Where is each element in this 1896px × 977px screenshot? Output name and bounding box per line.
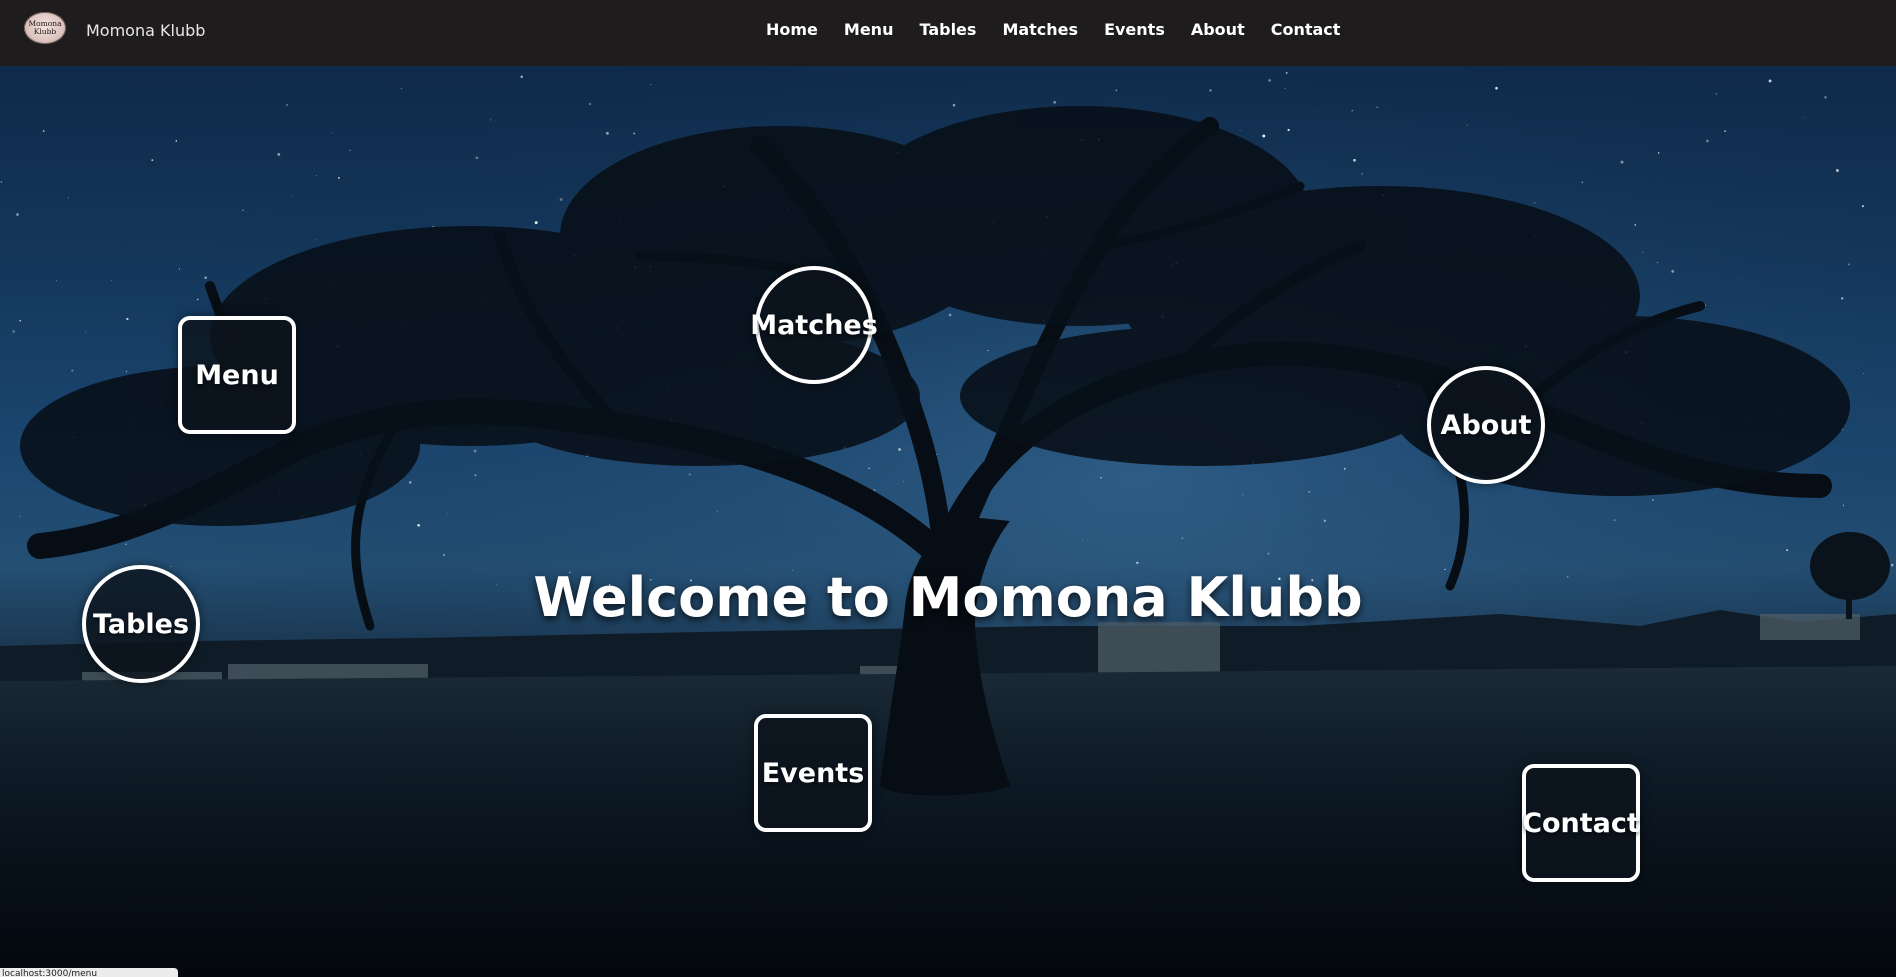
nav-link-events[interactable]: Events xyxy=(1104,20,1165,39)
status-bar-url: localhost:3000/menu xyxy=(0,968,178,977)
node-matches-label: Matches xyxy=(750,309,878,341)
node-contact-label: Contact xyxy=(1522,807,1640,839)
logo-text-line2: Klubb xyxy=(33,27,57,36)
node-contact[interactable]: Contact xyxy=(1522,764,1640,882)
node-menu[interactable]: Menu xyxy=(178,316,296,434)
nav-link-contact[interactable]: Contact xyxy=(1271,20,1341,39)
brand-name[interactable]: Momona Klubb xyxy=(86,21,205,40)
node-matches[interactable]: Matches xyxy=(750,266,878,384)
node-about-label: About xyxy=(1440,409,1532,441)
nav-link-home[interactable]: Home xyxy=(766,20,818,39)
hero-title: Welcome to Momona Klubb xyxy=(533,566,1363,629)
node-about[interactable]: About xyxy=(1427,366,1545,484)
node-tables[interactable]: Tables xyxy=(82,565,200,683)
node-tables-label: Tables xyxy=(92,608,190,640)
nav-link-tables[interactable]: Tables xyxy=(919,20,976,39)
top-navbar: Momona Klubb Momona Klubb Home Menu Tabl… xyxy=(0,0,1896,66)
hero-section: Welcome to Momona Klubb Menu Matches Abo… xyxy=(0,66,1896,977)
nav-link-menu[interactable]: Menu xyxy=(844,20,894,39)
nav-link-matches[interactable]: Matches xyxy=(1002,20,1078,39)
node-events-label: Events xyxy=(761,757,865,789)
nav-link-about[interactable]: About xyxy=(1191,20,1245,39)
node-events[interactable]: Events xyxy=(754,714,872,832)
main-nav: Home Menu Tables Matches Events About Co… xyxy=(766,20,1366,39)
node-menu-label: Menu xyxy=(195,359,279,391)
brand-logo[interactable]: Momona Klubb xyxy=(24,12,66,44)
